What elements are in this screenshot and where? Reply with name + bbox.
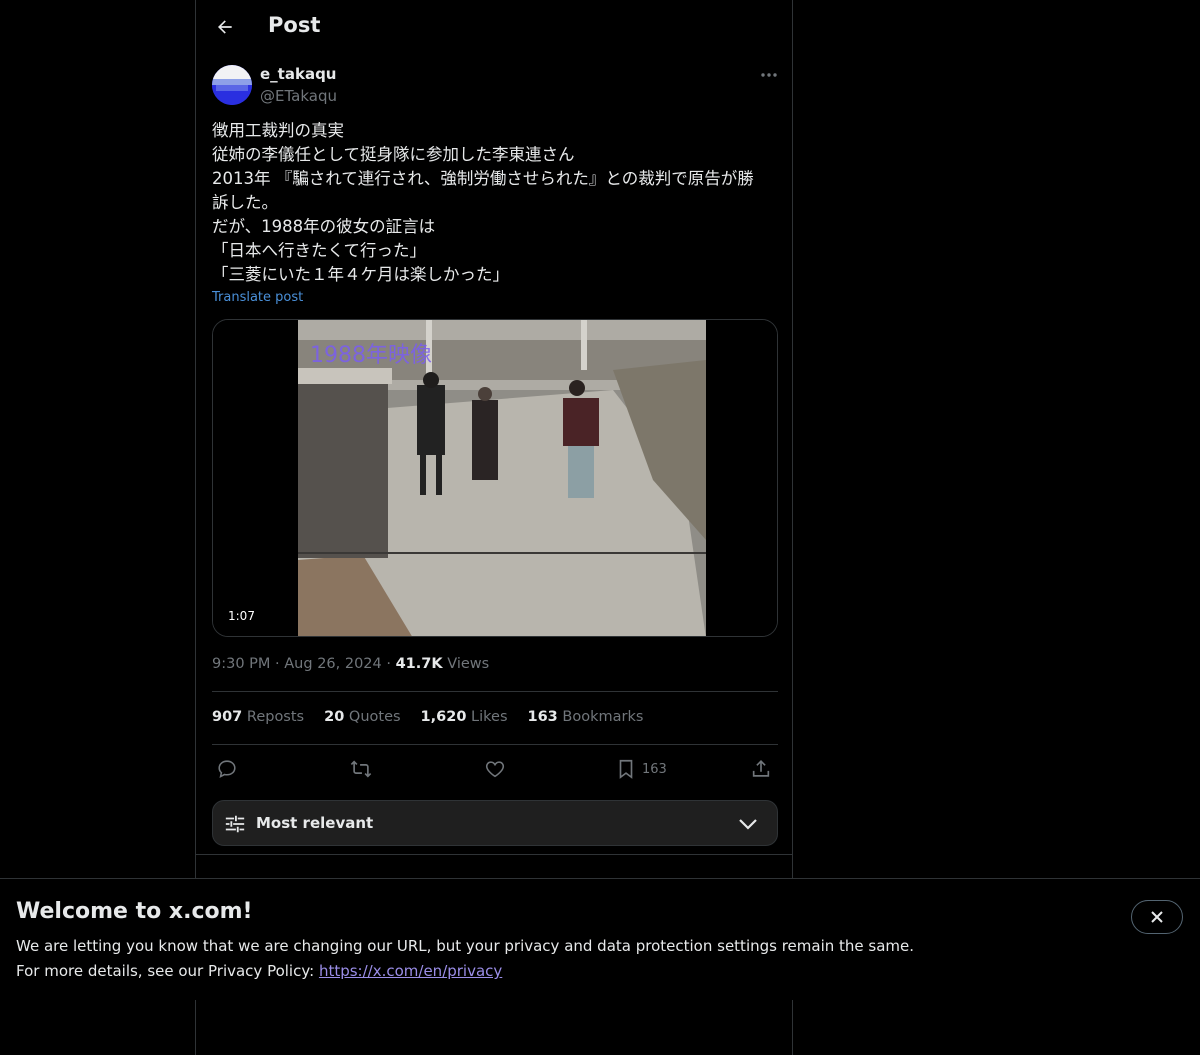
chevron-down-icon [739,819,757,830]
post-actions: 163 [212,756,778,782]
share-icon [752,760,770,777]
url-change-banner: Welcome to x.com! We are letting you kno… [0,878,1200,1000]
reposts-stat[interactable]: 907 Reposts [212,709,304,725]
reposts-label: Reposts [246,709,305,725]
divider [212,691,778,692]
replies-sort-dropdown[interactable]: Most relevant [212,800,778,846]
bookmarks-count: 163 [527,709,558,725]
post-text-line: 2013年 『騙されて連行され、強制労働させられた』との裁判で原告が勝 [212,169,754,188]
banner-title: Welcome to x.com! [16,899,253,924]
reply-button[interactable] [216,756,238,782]
sort-label: Most relevant [256,814,374,832]
back-arrow-icon [218,20,232,34]
post-metadata: 9:30 PM · Aug 26, 2024 · 41.7K Views [212,656,489,672]
like-icon [485,761,505,778]
quotes-stat[interactable]: 20 Quotes [324,709,400,725]
page-header: Post [196,0,792,54]
close-banner-button[interactable] [1131,900,1183,934]
avatar[interactable] [212,65,252,105]
bookmark-icon [619,759,633,779]
bookmark-count: 163 [642,761,667,777]
share-button[interactable] [750,756,772,782]
post-text-line: 徴用工裁判の真実 [212,121,344,140]
video-overlay-text: 1988年映像 [310,343,432,368]
reply-icon [218,760,236,778]
meta-separator: · [275,656,280,672]
likes-count: 1,620 [420,709,467,725]
author-handle[interactable]: @ETakaqu [260,87,337,105]
meta-separator: · [386,656,391,672]
banner-message: We are letting you know that we are chan… [16,937,915,955]
banner-privacy-line: For more details, see our Privacy Policy… [16,962,502,980]
post-text-line: 「三菱にいた１年４ケ月は楽しかった」 [212,265,509,284]
like-button[interactable] [484,756,506,782]
translate-post-link[interactable]: Translate post [212,290,303,305]
post-date[interactable]: Aug 26, 2024 [284,656,382,672]
post-text: 徴用工裁判の真実 従姉の李儀任として挺身隊に参加した李東連さん 2013年 『騙… [212,119,778,287]
likes-stat[interactable]: 1,620 Likes [421,709,508,725]
page-title: Post [268,13,321,37]
video-frame: 1988年映像 [213,320,777,636]
post-text-line: 訴した。 [212,193,278,212]
privacy-policy-link[interactable]: https://x.com/en/privacy [319,962,502,980]
video-player[interactable]: 1988年映像 1:07 [212,319,778,637]
bookmark-button[interactable]: 163 [616,756,667,782]
video-duration: 1:07 [223,608,260,624]
reposts-count: 907 [212,709,243,725]
divider [212,744,778,745]
quotes-count: 20 [324,709,345,725]
divider [196,854,792,855]
views-label: Views [447,656,490,672]
post-text-line: 「日本へ行きたくて行った」 [212,241,427,260]
bookmarks-label: Bookmarks [562,709,644,725]
bookmarks-stat[interactable]: 163 Bookmarks [528,709,644,725]
post-text-line: だが、1988年の彼女の証言は [212,217,436,236]
engagement-stats: 907 Reposts 20 Quotes 1,620 Likes 163 Bo… [212,709,643,725]
tune-icon [225,815,245,833]
banner-privacy-prefix: For more details, see our Privacy Policy… [16,962,319,980]
more-icon [761,73,777,77]
post-text-line: 従姉の李儀任として挺身隊に参加した李東連さん [212,145,575,164]
repost-icon [350,760,372,778]
likes-label: Likes [471,709,508,725]
author-name[interactable]: e_takaqu [260,65,336,83]
back-button[interactable] [212,14,238,40]
repost-button[interactable] [349,756,373,782]
more-button[interactable] [758,66,780,84]
close-icon [1151,911,1163,923]
quotes-label: Quotes [348,709,401,725]
post-time[interactable]: 9:30 PM [212,656,270,672]
views-count: 41.7K [395,656,443,672]
